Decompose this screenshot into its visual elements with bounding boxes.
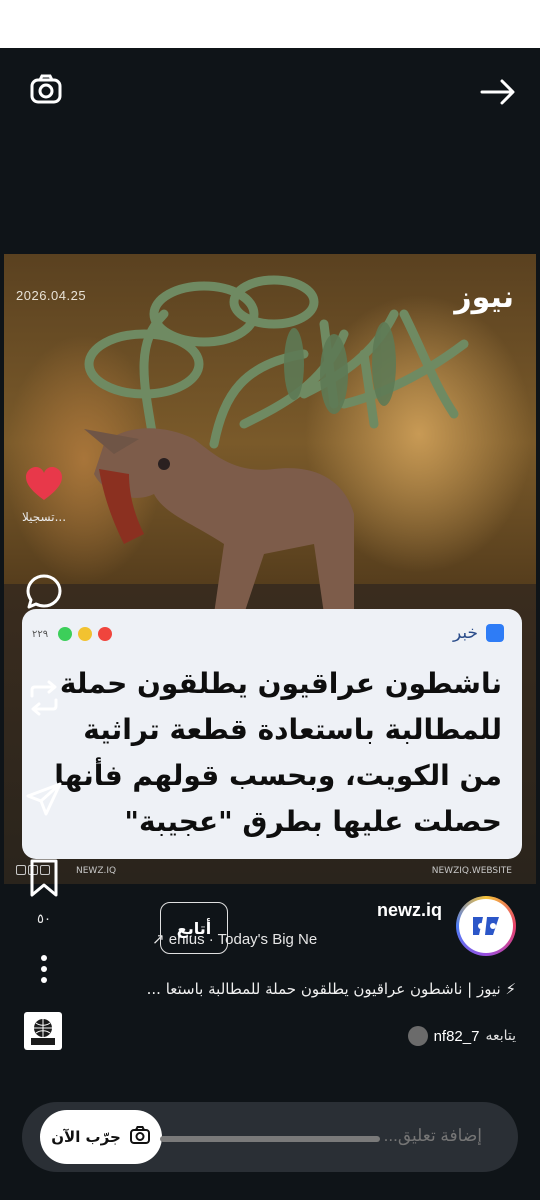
- home-indicator: [160, 1136, 380, 1142]
- arrow-right-icon[interactable]: [478, 72, 518, 112]
- like-label: تسجيلا...: [21, 510, 67, 524]
- follower-avatar: [407, 1026, 428, 1046]
- post-media[interactable]: 2026.04.25 نيوز خبر ٢٢٩ ناشطون عراقيون ي…: [4, 254, 536, 884]
- like-button[interactable]: تسجيلا...: [14, 466, 74, 524]
- card-tag: خبر: [453, 623, 504, 643]
- camera-icon[interactable]: [26, 70, 66, 110]
- footer-left-text: NEWZ.IQ: [76, 866, 117, 876]
- repost-button[interactable]: [14, 678, 74, 722]
- post-date: 2026.04.25: [16, 288, 87, 303]
- camera-small-icon: [129, 1125, 151, 1149]
- follow-button[interactable]: أتابع: [160, 902, 228, 954]
- share-button[interactable]: [14, 780, 74, 824]
- account-avatar[interactable]: [456, 896, 516, 956]
- red-dot-icon: [98, 627, 113, 641]
- save-count: ٥٠: [37, 912, 51, 927]
- brand-logo-text: نيوز: [454, 280, 514, 315]
- try-now-button[interactable]: جرّب الآن: [40, 1110, 162, 1164]
- heart-icon: [14, 466, 74, 506]
- status-bar-area: [0, 0, 540, 48]
- bookmark-icon: [14, 858, 74, 902]
- audio-cover-image[interactable]: [24, 1012, 62, 1050]
- news-headline: ناشطون عراقيون يطلقون حملة للمطالبة باست…: [54, 667, 502, 838]
- save-button[interactable]: [14, 858, 74, 902]
- more-button[interactable]: [14, 954, 74, 988]
- followed-by-user: nf82_7: [433, 1027, 480, 1045]
- news-card: خبر ٢٢٩ ناشطون عراقيون يطلقون حملة للمطا…: [22, 609, 522, 859]
- account-logo-icon: [459, 899, 513, 953]
- green-dot-icon: [58, 627, 73, 641]
- try-now-label: جرّب الآن: [51, 1128, 121, 1146]
- comment-icon: [14, 572, 74, 616]
- footer-right-text: NEWZIQ.WEBSITE: [431, 866, 512, 876]
- card-count: ٢٢٩: [32, 628, 49, 640]
- reel-screen: 2026.04.25 نيوز خبر ٢٢٩ ناشطون عراقيون ي…: [0, 48, 540, 1200]
- send-icon: [14, 780, 74, 824]
- card-tag-label: خبر: [452, 623, 478, 643]
- comment-button[interactable]: [14, 572, 74, 616]
- more-icon: [14, 954, 74, 988]
- deer-statue-image: [84, 275, 469, 614]
- post-caption[interactable]: ⚡ نيوز | ناشطون عراقيون يطلقون حملة للمط…: [66, 980, 516, 998]
- media-footer: NEWZ.IQ NEWZIQ.WEBSITE: [4, 865, 536, 884]
- followed-by[interactable]: يتابعه nf82_7: [407, 1026, 516, 1046]
- followed-by-text: يتابعه: [485, 1028, 516, 1044]
- repost-icon: [14, 678, 74, 722]
- yellow-dot-icon: [78, 627, 93, 641]
- account-name[interactable]: newz.iq: [377, 900, 442, 921]
- tag-square-icon: [486, 624, 504, 642]
- window-dots: ٢٢٩: [32, 627, 113, 641]
